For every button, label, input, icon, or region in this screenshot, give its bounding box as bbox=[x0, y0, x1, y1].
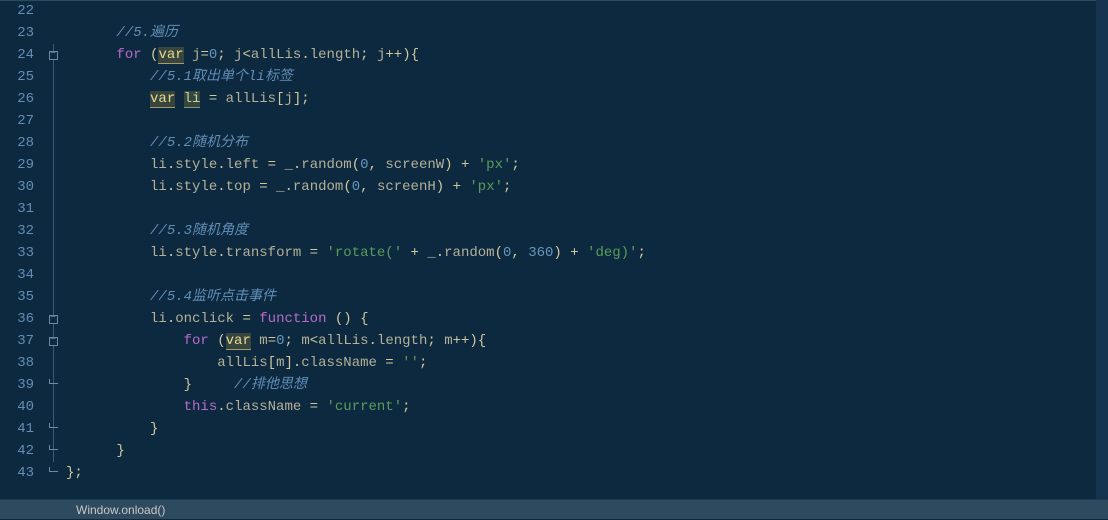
fold-end-icon bbox=[49, 467, 58, 472]
comment: //5.遍历 bbox=[116, 25, 178, 41]
line-number: 36 bbox=[0, 308, 34, 330]
code-line[interactable]: //5.1取出单个li标签 bbox=[66, 66, 1108, 88]
code-line[interactable] bbox=[66, 264, 1108, 286]
keyword-var: var bbox=[158, 47, 183, 64]
code-line[interactable]: li.style.top = _.random(0, screenH) + 'p… bbox=[66, 176, 1108, 198]
fold-toggle-icon[interactable] bbox=[49, 337, 58, 346]
code-line[interactable] bbox=[66, 110, 1108, 132]
line-number: 26 bbox=[0, 88, 34, 110]
code-line[interactable]: allLis[m].className = ''; bbox=[66, 352, 1108, 374]
line-number: 25 bbox=[0, 66, 34, 88]
vertical-scrollbar[interactable] bbox=[1096, 0, 1108, 499]
line-number: 41 bbox=[0, 418, 34, 440]
code-line[interactable]: //5.3随机角度 bbox=[66, 220, 1108, 242]
code-line[interactable]: //5.2随机分布 bbox=[66, 132, 1108, 154]
code-line[interactable]: for (var m=0; m<allLis.length; m++){ bbox=[66, 330, 1108, 352]
statusbar: Window.onload() bbox=[0, 499, 1108, 519]
code-editor[interactable]: 2223242526272829303132333435363738394041… bbox=[0, 0, 1108, 499]
breadcrumb-context: Window.onload() bbox=[76, 503, 165, 517]
line-number: 39 bbox=[0, 374, 34, 396]
fold-toggle-icon[interactable] bbox=[49, 315, 58, 324]
line-number: 29 bbox=[0, 154, 34, 176]
line-number: 24 bbox=[0, 44, 34, 66]
line-number: 28 bbox=[0, 132, 34, 154]
fold-end-icon bbox=[49, 445, 58, 450]
line-number: 37 bbox=[0, 330, 34, 352]
code-line[interactable]: } //排他思想 bbox=[66, 374, 1108, 396]
code-line[interactable]: li.style.left = _.random(0, screenW) + '… bbox=[66, 154, 1108, 176]
code-line[interactable]: } bbox=[66, 418, 1108, 440]
fold-toggle-icon[interactable] bbox=[49, 51, 58, 60]
code-line[interactable]: li.onclick = function () { bbox=[66, 308, 1108, 330]
line-number-gutter: 2223242526272829303132333435363738394041… bbox=[0, 0, 44, 499]
code-line[interactable]: //5.4监听点击事件 bbox=[66, 286, 1108, 308]
keyword-for: for bbox=[116, 47, 141, 63]
code-line[interactable]: //5.遍历 bbox=[66, 22, 1108, 44]
fold-end-icon bbox=[49, 423, 58, 428]
line-number: 23 bbox=[0, 22, 34, 44]
code-content[interactable]: //5.遍历 for (var j=0; j<allLis.length; j+… bbox=[62, 0, 1108, 499]
code-line[interactable]: }; bbox=[66, 462, 1108, 484]
comment: //5.3随机角度 bbox=[150, 223, 248, 239]
code-line[interactable]: li.style.transform = 'rotate(' + _.rando… bbox=[66, 242, 1108, 264]
comment: //5.4监听点击事件 bbox=[150, 289, 276, 305]
line-number: 33 bbox=[0, 242, 34, 264]
line-number: 32 bbox=[0, 220, 34, 242]
line-number: 42 bbox=[0, 440, 34, 462]
code-line[interactable]: var li = allLis[j]; bbox=[66, 88, 1108, 110]
identifier: li bbox=[184, 91, 201, 108]
line-number: 40 bbox=[0, 396, 34, 418]
code-line[interactable] bbox=[66, 0, 1108, 22]
comment: //排他思想 bbox=[234, 377, 307, 393]
code-line[interactable] bbox=[66, 198, 1108, 220]
fold-end-icon bbox=[49, 379, 58, 384]
comment: //5.2随机分布 bbox=[150, 135, 248, 151]
line-number: 34 bbox=[0, 264, 34, 286]
code-line[interactable]: this.className = 'current'; bbox=[66, 396, 1108, 418]
keyword-var: var bbox=[150, 91, 175, 108]
line-number: 43 bbox=[0, 462, 34, 484]
line-number: 31 bbox=[0, 198, 34, 220]
line-number: 27 bbox=[0, 110, 34, 132]
line-number: 38 bbox=[0, 352, 34, 374]
fold-column bbox=[44, 0, 62, 499]
code-line[interactable]: for (var j=0; j<allLis.length; j++){ bbox=[66, 44, 1108, 66]
line-number: 30 bbox=[0, 176, 34, 198]
line-number: 35 bbox=[0, 286, 34, 308]
line-number: 22 bbox=[0, 0, 34, 22]
code-line[interactable]: } bbox=[66, 440, 1108, 462]
comment: //5.1取出单个li标签 bbox=[150, 69, 293, 85]
